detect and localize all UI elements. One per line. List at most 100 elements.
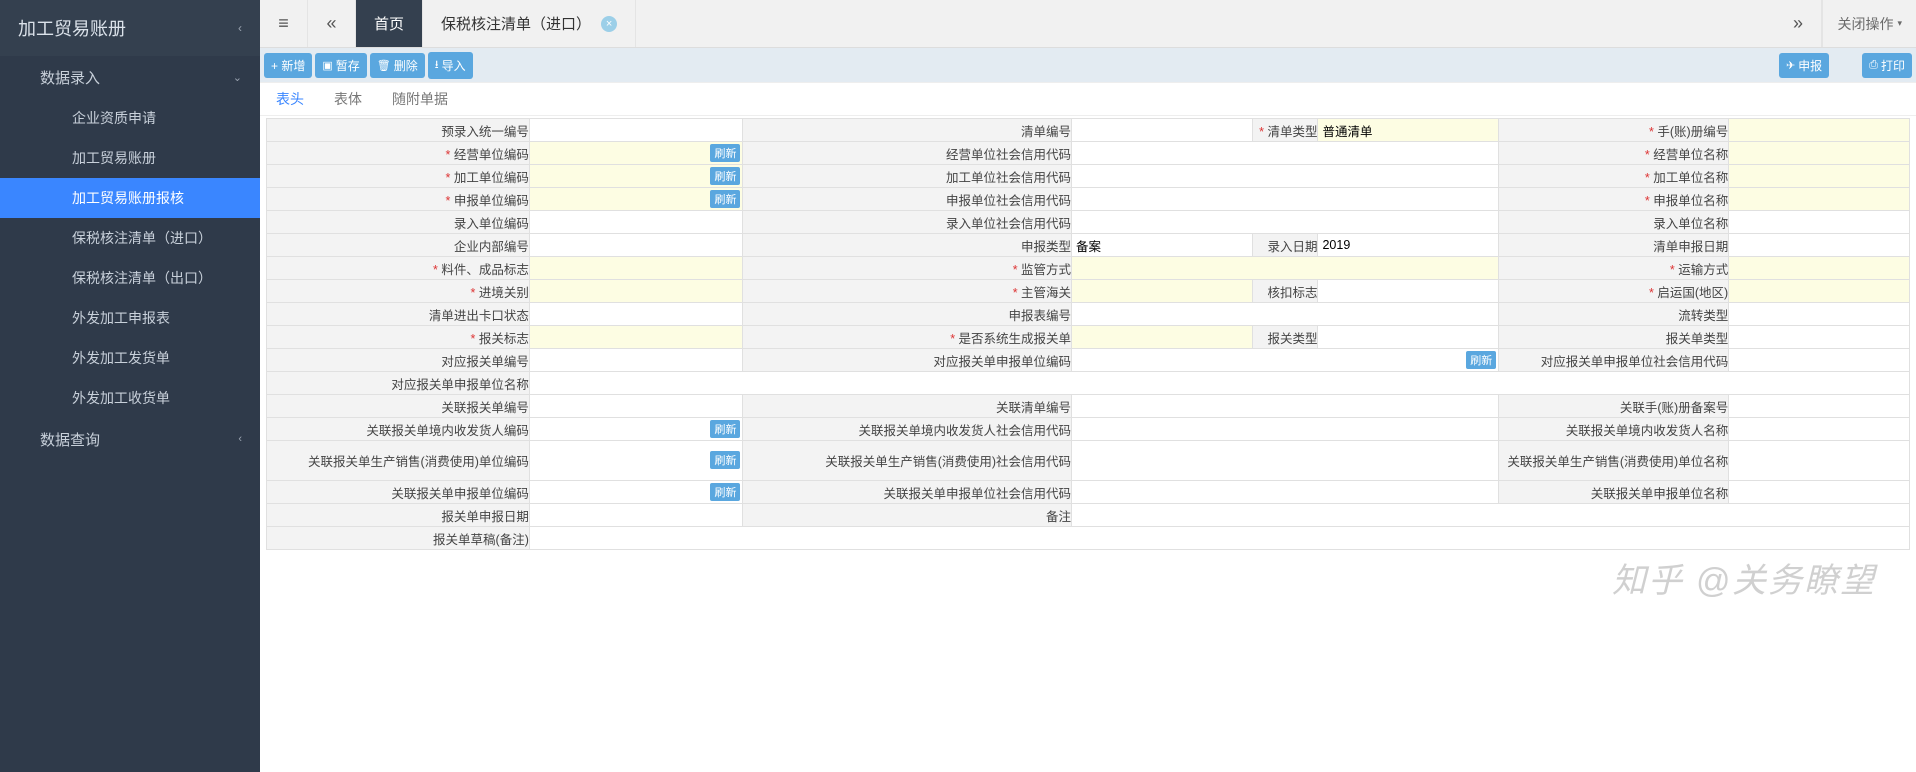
input-assoc-consignee-scc[interactable]: [1072, 418, 1498, 440]
val-assoc-consignee-code: 刷新: [529, 418, 743, 441]
input-declarer-name[interactable]: [1729, 188, 1909, 210]
sidebar-item-label: 加工贸易账册: [72, 148, 156, 168]
input-declare-type[interactable]: [1072, 234, 1252, 256]
toolbar: + 新增 ▣暂存 🗑删除 ⭳导入 ✈申报 ⎙打印: [260, 48, 1916, 82]
lbl-declarer-code: 申报单位编码: [267, 188, 530, 211]
val-entry-date: [1318, 234, 1499, 257]
input-list-no[interactable]: [1072, 119, 1252, 141]
input-port[interactable]: [530, 280, 743, 302]
subtab-body[interactable]: 表体: [328, 85, 368, 113]
close-icon[interactable]: ×: [601, 16, 617, 32]
input-assoc-prod-scc[interactable]: [1072, 450, 1498, 472]
val-assoc-declarer-scc: [1072, 481, 1499, 504]
lbl-material-flag: 料件、成品标志: [267, 257, 530, 280]
input-operator-name[interactable]: [1729, 142, 1909, 164]
import-button[interactable]: ⭳导入: [428, 52, 473, 79]
input-assoc-book-no[interactable]: [1729, 395, 1909, 417]
val-customs-flag: [529, 326, 743, 349]
sidebar-item-bonded-import[interactable]: 保税核注清单（进口）: [0, 218, 260, 258]
input-list-declare-date[interactable]: [1729, 234, 1909, 256]
sidebar-item-tradebook-audit[interactable]: 加工贸易账册报核: [0, 178, 260, 218]
input-declare-sheet-no[interactable]: [1072, 303, 1498, 325]
refresh-button[interactable]: 刷新: [710, 167, 740, 185]
input-entry-name[interactable]: [1729, 211, 1909, 233]
input-assoc-prod-name[interactable]: [1729, 450, 1909, 472]
input-deduct-flag[interactable]: [1318, 280, 1498, 302]
input-remark[interactable]: [1072, 504, 1909, 526]
sidebar-item-qualification[interactable]: 企业资质申请: [0, 98, 260, 138]
input-book-no[interactable]: [1729, 119, 1909, 141]
input-assoc-consignee-name[interactable]: [1729, 418, 1909, 440]
delete-button[interactable]: 🗑删除: [370, 53, 425, 78]
refresh-button[interactable]: 刷新: [1466, 351, 1496, 369]
input-declarer-scc[interactable]: [1072, 188, 1498, 210]
input-preentry-no[interactable]: [530, 119, 743, 141]
refresh-button[interactable]: 刷新: [710, 483, 740, 501]
input-sys-gen[interactable]: [1072, 326, 1252, 348]
input-draft-remark[interactable]: [530, 527, 1909, 549]
input-customs-flag[interactable]: [530, 326, 743, 348]
input-gate-status[interactable]: [530, 303, 743, 325]
val-rel-decl-unit-code: 刷新: [1072, 349, 1499, 372]
tab-current[interactable]: 保税核注清单（进口） ×: [423, 0, 636, 47]
subtab-header[interactable]: 表头: [270, 85, 310, 113]
input-origin-country[interactable]: [1729, 280, 1909, 302]
input-processor-scc[interactable]: [1072, 165, 1498, 187]
sidebar-item-label: 外发加工收货单: [72, 388, 170, 408]
refresh-button[interactable]: 刷新: [710, 190, 740, 208]
watermark: 知乎 @关务瞭望: [1612, 553, 1876, 602]
sidebar-item-outward-declare[interactable]: 外发加工申报表: [0, 298, 260, 338]
declare-button[interactable]: ✈申报: [1779, 53, 1829, 78]
lbl-customs: 主管海关: [743, 280, 1072, 303]
input-assoc-list-no[interactable]: [1072, 395, 1498, 417]
input-transport[interactable]: [1729, 257, 1909, 279]
add-button[interactable]: + 新增: [264, 53, 312, 78]
save-button[interactable]: ▣暂存: [315, 53, 366, 78]
lbl-entry-scc: 录入单位社会信用代码: [743, 211, 1072, 234]
input-decl-date[interactable]: [530, 504, 743, 526]
input-material-flag[interactable]: [530, 257, 743, 279]
input-processor-name[interactable]: [1729, 165, 1909, 187]
close-op-label: 关闭操作: [1837, 14, 1893, 34]
chevron-left-icon[interactable]: ‹: [238, 21, 242, 35]
input-rel-decl-no[interactable]: [530, 349, 743, 371]
close-operations-dropdown[interactable]: 关闭操作 ▾: [1822, 0, 1916, 47]
refresh-button[interactable]: 刷新: [710, 451, 740, 469]
refresh-button[interactable]: 刷新: [710, 144, 740, 162]
input-decl-form-type[interactable]: [1729, 326, 1909, 348]
tabs-next-icon[interactable]: »: [1774, 0, 1822, 47]
tabs-prev-icon[interactable]: «: [308, 0, 356, 47]
input-circulation-type[interactable]: [1729, 303, 1909, 325]
input-entry-scc[interactable]: [1072, 211, 1498, 233]
print-button[interactable]: ⎙打印: [1862, 53, 1912, 78]
sidebar-item-tradebook[interactable]: 加工贸易账册: [0, 138, 260, 178]
input-entry-code[interactable]: [530, 211, 743, 233]
lbl-assoc-prod-code: 关联报关单生产销售(消费使用)单位编码: [267, 441, 530, 481]
sidebar-item-outward-ship[interactable]: 外发加工发货单: [0, 338, 260, 378]
input-customs[interactable]: [1072, 280, 1252, 302]
sidebar-item-outward-receive[interactable]: 外发加工收货单: [0, 378, 260, 418]
input-entry-date[interactable]: [1318, 234, 1498, 256]
input-assoc-declarer-scc[interactable]: [1072, 481, 1498, 503]
refresh-button[interactable]: 刷新: [710, 420, 740, 438]
tab-home[interactable]: 首页: [356, 0, 423, 47]
input-operator-scc[interactable]: [1072, 142, 1498, 164]
sidebar-item-bonded-export[interactable]: 保税核注清单（出口）: [0, 258, 260, 298]
import-icon: ⭳: [435, 56, 439, 75]
input-assoc-decl-no[interactable]: [530, 395, 743, 417]
input-internal-no[interactable]: [530, 234, 743, 256]
input-rel-decl-unit-name[interactable]: [530, 372, 1909, 394]
input-rel-decl-unit-scc[interactable]: [1729, 349, 1909, 371]
input-customs-type[interactable]: [1318, 326, 1498, 348]
subtab-attachments[interactable]: 随附单据: [386, 85, 454, 113]
form-scroll[interactable]: 预录入统一编号 清单编号 清单类型 手(账)册编号 经营单位编码 刷新 经营单位…: [260, 116, 1916, 772]
menu-toggle-icon[interactable]: ≡: [260, 0, 308, 47]
menu-group-query[interactable]: 数据查询 ‹: [0, 418, 260, 460]
input-assoc-declarer-name[interactable]: [1729, 481, 1909, 503]
input-list-type[interactable]: [1318, 119, 1498, 141]
lbl-rel-decl-unit-name: 对应报关单申报单位名称: [267, 372, 530, 395]
input-rel-decl-unit-code[interactable]: [1072, 349, 1498, 371]
lbl-assoc-declarer-name: 关联报关单申报单位名称: [1499, 481, 1729, 504]
menu-group-entry[interactable]: 数据录入 ⌄: [0, 56, 260, 98]
input-supervision[interactable]: [1072, 257, 1498, 279]
